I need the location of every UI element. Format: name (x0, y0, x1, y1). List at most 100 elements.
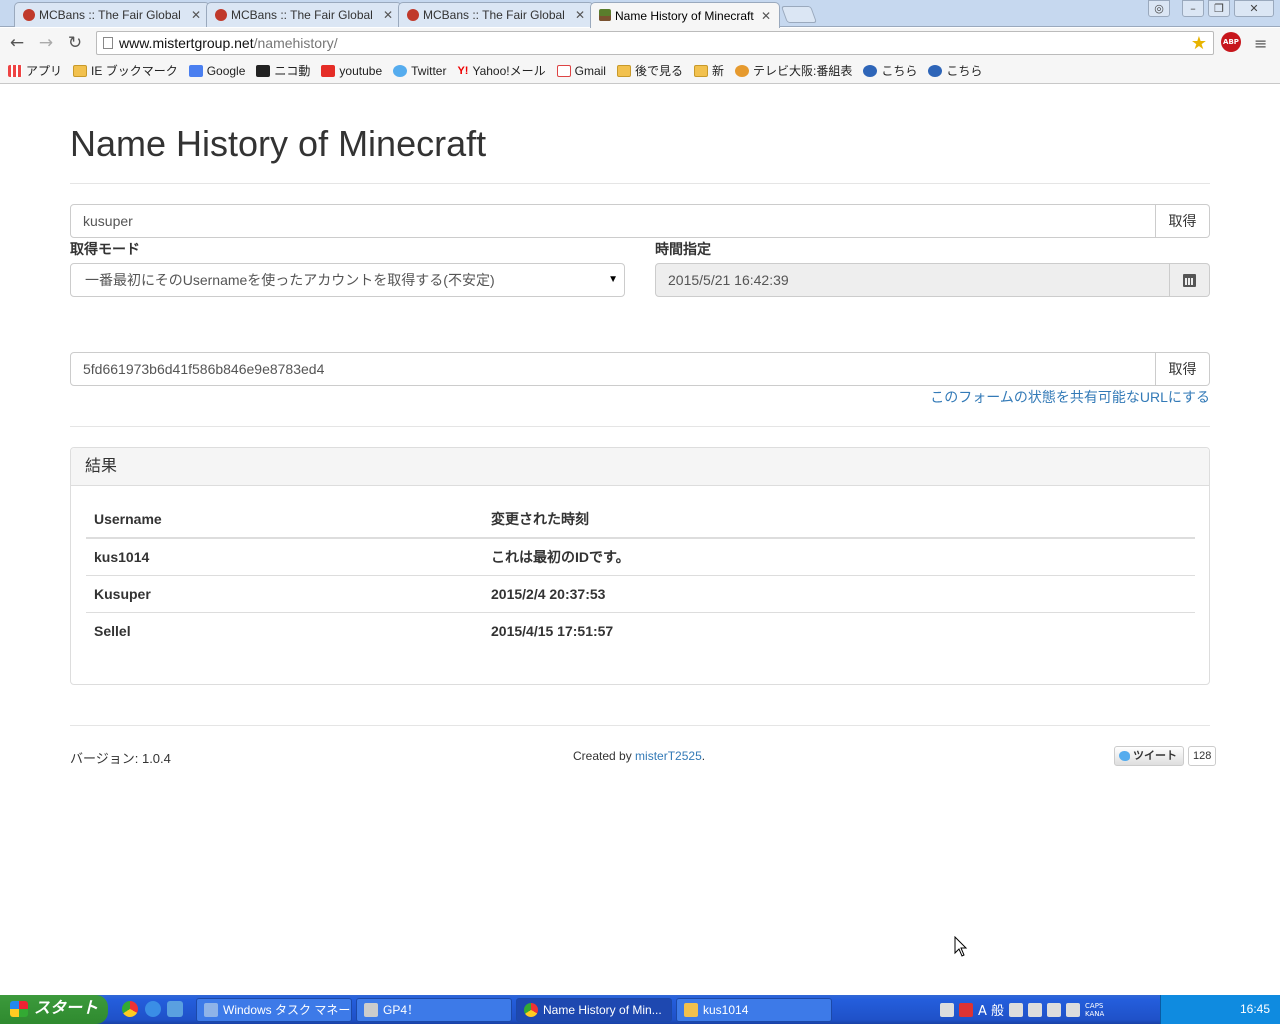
tweet-label: ツイート (1133, 750, 1177, 762)
bookmark-yahoo-mail[interactable]: Y! Yahoo!メール (457, 62, 545, 79)
bookmark-label: アプリ (26, 64, 63, 78)
tab-title: MCBans :: The Fair Global (39, 8, 181, 22)
table-row: Kusuper 2015/2/4 20:37:53 (86, 574, 1195, 612)
adblock-plus-icon[interactable]: ABP (1221, 32, 1241, 52)
page-title: Name History of Minecraft (70, 123, 487, 164)
results-panel: 結果 Username 変更された時刻 kus1014 これは最初のIDです。 … (70, 447, 1210, 685)
bookmark-label: ニコ動 (274, 64, 311, 78)
ie-quicklaunch-icon[interactable] (145, 1001, 161, 1017)
bookmark-new-folder[interactable]: 新 (693, 62, 724, 79)
browser-tab-1[interactable]: MCBans :: The Fair Global ✕ (14, 2, 210, 27)
apps-icon (8, 64, 22, 77)
bookmark-kochira-1[interactable]: こちら (863, 62, 917, 79)
mcbans-favicon-icon (23, 9, 35, 21)
results-heading: 結果 (71, 448, 1209, 486)
taskbar-task-manager[interactable]: Windows タスク マネー... (196, 998, 352, 1022)
bookmark-label: テレビ大阪:番組表 (753, 64, 853, 78)
username-cell: Sellel (86, 611, 483, 649)
forward-arrow-icon[interactable]: → (35, 33, 57, 53)
minimize-icon[interactable]: – (1182, 0, 1204, 17)
ime-tool-icon[interactable] (959, 1002, 973, 1017)
bookmark-label: こちら (881, 64, 918, 78)
username-input[interactable]: kusuper (70, 204, 1156, 238)
close-icon[interactable]: ✕ (191, 8, 201, 22)
browser-tab-3[interactable]: MCBans :: The Fair Global ✕ (398, 2, 594, 27)
author-link[interactable]: misterT2525 (635, 749, 702, 763)
bookmark-google[interactable]: Google (188, 64, 245, 78)
google-icon (188, 64, 203, 77)
bookmark-tv-osaka[interactable]: テレビ大阪:番組表 (735, 62, 852, 79)
taskbar-folder-kus1014[interactable]: kus1014 (676, 998, 832, 1022)
start-button[interactable]: スタート (0, 995, 108, 1024)
bookmark-label: Gmail (574, 63, 606, 78)
ime-pad-icon[interactable] (1009, 1002, 1024, 1017)
get-uuid-button[interactable]: 取得 (1156, 352, 1210, 386)
username-input-group: kusuper 取得 (70, 204, 1210, 238)
page-content: Name History of Minecraft kusuper 取得 取得モ… (0, 85, 1280, 995)
column-header: Username (86, 500, 483, 539)
clock[interactable]: 16:45 (1240, 1002, 1270, 1016)
credits-suffix: . (701, 749, 706, 763)
bookmark-star-icon[interactable]: ★ (1191, 32, 1207, 54)
gp4-icon (364, 1003, 378, 1017)
table-row: Sellel 2015/4/15 17:51:57 (86, 611, 1195, 649)
username-cell: Kusuper (86, 574, 483, 612)
bookmark-twitter[interactable]: Twitter (393, 64, 446, 78)
kana-text: KANA (1085, 1009, 1105, 1018)
profile-icon[interactable]: ◎ (1148, 0, 1170, 17)
tweet-button[interactable]: ツイート (1114, 746, 1184, 766)
close-window-icon[interactable]: ✕ (1234, 0, 1274, 17)
time-input[interactable]: 2015/5/21 16:42:39 (655, 263, 1170, 297)
calendar-button[interactable] (1170, 263, 1210, 297)
back-arrow-icon[interactable]: ← (6, 33, 28, 53)
table-header-row: Username 変更された時刻 (86, 500, 1195, 539)
task-manager-icon (204, 1003, 218, 1017)
niconico-icon (256, 64, 271, 77)
get-username-button[interactable]: 取得 (1156, 204, 1210, 238)
ime-settings-icon[interactable] (1047, 1002, 1062, 1017)
changed-time-cell: 2015/4/15 17:51:57 (483, 611, 1195, 649)
bookmarks-bar: アプリ IE ブックマーク Google ニコ動 youtube Twitter… (0, 58, 1280, 84)
new-tab-button[interactable] (780, 6, 818, 23)
browser-tab-active[interactable]: Name History of Minecraft ✕ (590, 2, 780, 28)
chrome-menu-icon[interactable]: ≡ (1254, 34, 1267, 53)
table-row: kus1014 これは最初のIDです。 (86, 538, 1195, 575)
reload-icon[interactable]: ↻ (64, 33, 86, 53)
keyboard-icon[interactable] (940, 1002, 954, 1017)
chrome-quicklaunch-icon[interactable] (122, 1001, 138, 1017)
task-label: kus1014 (703, 1003, 749, 1017)
close-icon[interactable]: ✕ (383, 8, 393, 22)
bookmark-watch-later[interactable]: 後で見る (616, 62, 683, 79)
share-url-link[interactable]: このフォームの状態を共有可能なURLにする (930, 387, 1210, 407)
bookmark-apps[interactable]: アプリ (8, 62, 62, 79)
explorer-quicklaunch-icon[interactable] (167, 1001, 183, 1017)
bookmark-gmail[interactable]: Gmail (556, 63, 606, 78)
page-icon (103, 37, 113, 49)
close-icon[interactable]: ✕ (575, 8, 585, 22)
ime-dictionary-icon[interactable] (1028, 1002, 1043, 1017)
close-icon[interactable]: ✕ (761, 9, 771, 23)
bookmark-label: IE ブックマーク (91, 64, 178, 78)
calendar-icon (1183, 274, 1196, 287)
username-cell: kus1014 (94, 548, 150, 565)
caps-kana-indicator: CAPS KANA (1085, 1002, 1104, 1018)
divider (70, 426, 1210, 427)
taskbar-gp4[interactable]: GP4！ (356, 998, 512, 1022)
taskbar-chrome-window[interactable]: Name History of Min... (516, 998, 672, 1022)
uuid-input[interactable]: 5fd661973b6d41f586b846e9e8783ed4 (70, 352, 1156, 386)
tweet-count: 128 (1188, 746, 1217, 766)
restore-icon[interactable]: ❐ (1208, 0, 1230, 17)
address-bar[interactable]: www.mistertgroup.net/namehistory/ ★ (96, 31, 1214, 55)
chrome-icon (524, 1003, 538, 1017)
bookmark-kochira-2[interactable]: こちら (928, 62, 982, 79)
mode-select[interactable]: 一番最初にそのUsernameを使ったアカウントを取得する(不安定) ▼ (70, 263, 625, 297)
bookmark-ie-folder[interactable]: IE ブックマーク (73, 62, 178, 79)
bookmark-label: こちら (946, 64, 983, 78)
bookmark-youtube[interactable]: youtube (321, 64, 382, 78)
ime-mode[interactable]: A 般 (978, 1000, 1004, 1019)
credits-prefix: Created by (573, 749, 636, 763)
window-controls: ◎ – ❐ ✕ (1148, 0, 1274, 17)
bookmark-niconico[interactable]: ニコ動 (256, 62, 310, 79)
help-icon[interactable] (1066, 1002, 1081, 1017)
browser-tab-2[interactable]: MCBans :: The Fair Global ✕ (206, 2, 402, 27)
